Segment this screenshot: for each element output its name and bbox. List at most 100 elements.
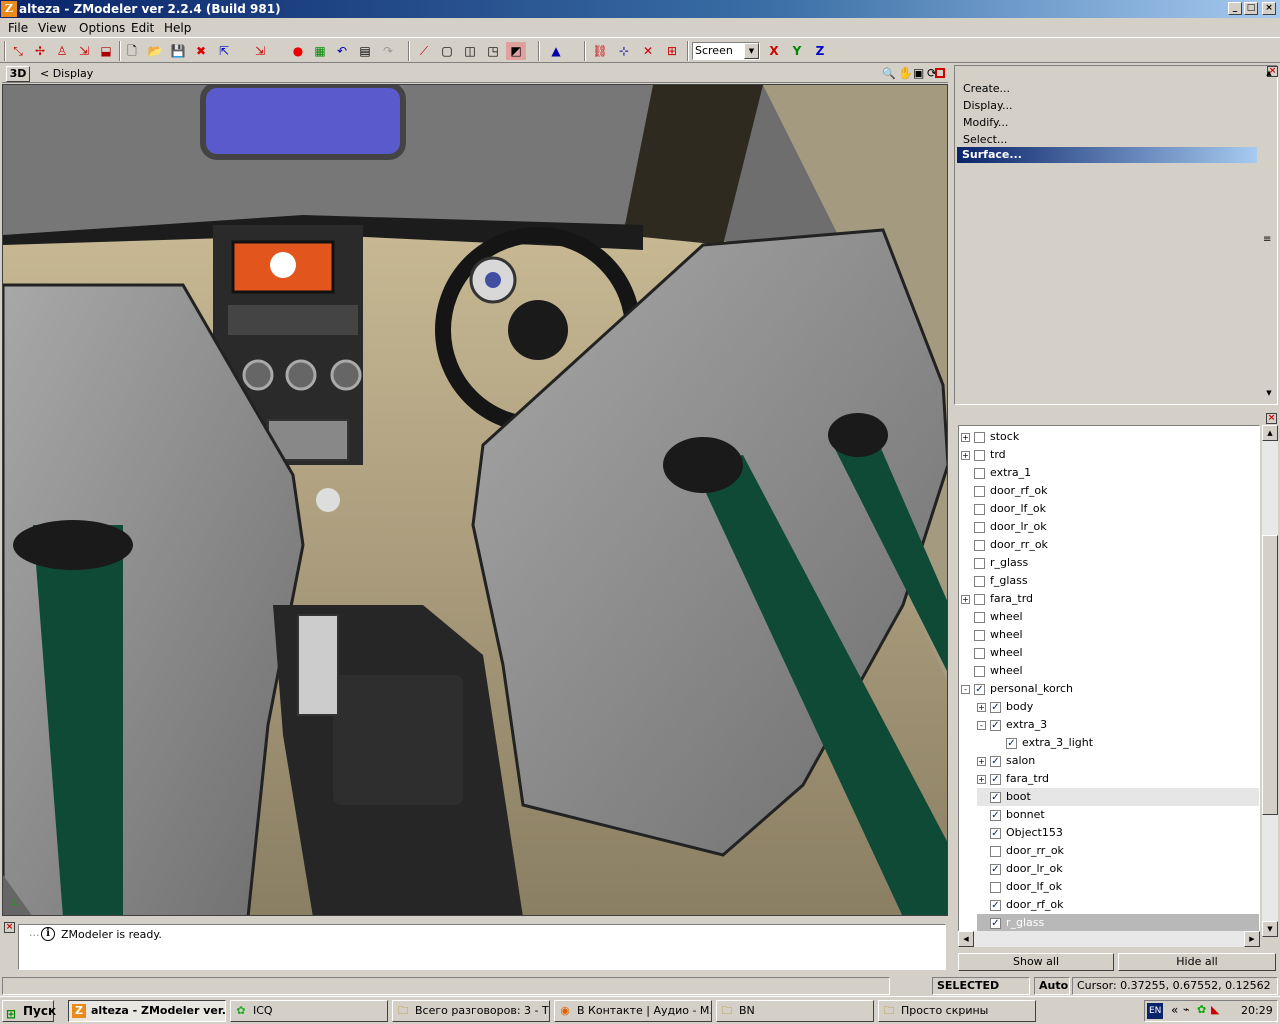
import-icon[interactable]: ⇱ (214, 42, 234, 60)
cmd-modify[interactable]: Modify... (963, 116, 1008, 129)
pan-hand-icon[interactable]: ✋ (898, 66, 913, 80)
show-all-button[interactable]: Show all (958, 953, 1114, 971)
save-icon[interactable]: 💾 (168, 42, 188, 60)
visibility-checkbox[interactable] (974, 539, 985, 551)
expand-icon[interactable]: + (977, 774, 986, 784)
tree-row[interactable]: ✓ door_lr_ok (977, 860, 1259, 878)
link-icon[interactable]: ⛓ (590, 42, 610, 60)
axes-icon[interactable]: ⊹ (614, 42, 634, 60)
cmd-display[interactable]: Display... (963, 99, 1012, 112)
cmd-select[interactable]: Select... (963, 133, 1007, 146)
hide-all-button[interactable]: Hide all (1118, 953, 1276, 971)
menu-help[interactable]: Help (164, 21, 191, 35)
tree-row[interactable]: wheel (961, 626, 1259, 644)
tree-row[interactable]: door_rr_ok (961, 536, 1259, 554)
start-button[interactable]: ⊞ Пуск (2, 1000, 56, 1022)
expand-icon[interactable]: + (961, 594, 970, 604)
tree-row[interactable]: + fara_trd (961, 590, 1259, 608)
tree-row[interactable]: wheel (961, 644, 1259, 662)
axis-y-button[interactable]: Y (787, 42, 807, 60)
close-icon[interactable]: × (4, 922, 15, 933)
tree-row[interactable]: door_lf_ok (977, 878, 1259, 896)
cross-axes-icon[interactable]: ✕ (638, 42, 658, 60)
box-icon[interactable]: ▢ (437, 42, 457, 60)
tree-row[interactable]: door_rr_ok (977, 842, 1259, 860)
visibility-checkbox[interactable]: ✓ (990, 701, 1001, 713)
visibility-checkbox[interactable] (974, 485, 985, 497)
scale-tool-icon[interactable]: ⇲ (74, 42, 94, 60)
visibility-checkbox[interactable]: ✓ (990, 773, 1001, 785)
visibility-checkbox[interactable] (974, 593, 985, 605)
task-browser[interactable]: ◉ В Контакте | Аудио - М... (554, 1000, 712, 1022)
tree-row[interactable]: ✓ boot (977, 788, 1259, 806)
tree-row[interactable]: door_lf_ok (961, 500, 1259, 518)
panel-scroll-down[interactable]: ▼ (1261, 386, 1277, 400)
select-tool-icon[interactable]: ⤡ (8, 42, 28, 60)
close-icon[interactable]: × (1266, 413, 1277, 424)
tray-network-icon[interactable]: ⌁ (1183, 1003, 1190, 1016)
axis-x-button[interactable]: X (764, 42, 784, 60)
cmd-surface-selected[interactable]: Surface... (957, 147, 1257, 163)
expand-icon[interactable]: + (977, 702, 986, 712)
visibility-checkbox[interactable] (974, 629, 985, 641)
cube-solid-icon[interactable]: ◩ (506, 42, 526, 60)
tree-row[interactable]: door_rf_ok (961, 482, 1259, 500)
viewport-breadcrumb[interactable]: < Display (40, 67, 93, 80)
task-screenshots[interactable]: 🗀 Просто скрины (878, 1000, 1036, 1022)
tree-row[interactable]: wheel (961, 608, 1259, 626)
visibility-checkbox[interactable] (974, 611, 985, 623)
tree-row[interactable]: + trd (961, 446, 1259, 464)
move-tool-icon[interactable]: ✢ (30, 42, 50, 60)
transform-tool-icon[interactable]: ⬓ (96, 42, 116, 60)
scroll-up-arrow-icon[interactable]: ▲ (1262, 425, 1278, 441)
tree-row[interactable]: + stock (961, 428, 1259, 446)
tree-row[interactable]: r_glass (961, 554, 1259, 572)
status-auto[interactable]: Auto (1034, 977, 1070, 995)
tree-row[interactable]: ✓ door_rf_ok (977, 896, 1259, 914)
tree-row[interactable]: - ✓ extra_3 (977, 716, 1259, 734)
scroll-left-arrow-icon[interactable]: ◀ (958, 931, 974, 947)
zoom-extents-icon[interactable]: ▣ (913, 66, 924, 80)
zoom-icon[interactable]: 🔍 (882, 67, 896, 80)
panel-scroll-up[interactable]: ▲ (1261, 66, 1277, 80)
export-icon[interactable]: ⇲ (250, 42, 270, 60)
visibility-checkbox[interactable] (974, 647, 985, 659)
visibility-checkbox[interactable]: ✓ (990, 791, 1001, 803)
visibility-checkbox[interactable] (974, 431, 985, 443)
visibility-checkbox[interactable]: ✓ (974, 683, 985, 695)
visibility-checkbox[interactable] (974, 665, 985, 677)
visibility-checkbox[interactable]: ✓ (990, 755, 1001, 767)
scroll-down-arrow-icon[interactable]: ▼ (1262, 921, 1278, 937)
3d-viewport[interactable]: ⊥ (2, 84, 948, 916)
tree-row[interactable]: + ✓ fara_trd (977, 770, 1259, 788)
task-zmodeler[interactable]: Zalteza - ZModeler ver... (68, 1000, 226, 1022)
visibility-checkbox[interactable] (974, 467, 985, 479)
undo-icon[interactable]: ↶ (332, 42, 352, 60)
tree-vertical-scrollbar[interactable]: ▲ ▼ (1262, 425, 1278, 937)
expand-icon[interactable]: + (961, 450, 970, 460)
delete-icon[interactable]: ✖ (191, 42, 211, 60)
new-file-icon[interactable]: 🗋 (122, 42, 142, 60)
tray-antivirus-icon[interactable]: ◣ (1211, 1003, 1219, 1016)
visibility-checkbox[interactable] (974, 575, 985, 587)
task-icq[interactable]: ✿ ICQ (230, 1000, 388, 1022)
expand-icon[interactable]: + (977, 756, 986, 766)
visibility-checkbox[interactable] (974, 449, 985, 461)
tree-row[interactable]: + ✓ salon (977, 752, 1259, 770)
view-select-dropdown[interactable]: Screen ▼ (692, 42, 760, 60)
axis-tool-icon[interactable]: ⟋ (414, 42, 434, 60)
visibility-checkbox[interactable] (974, 503, 985, 515)
menu-edit[interactable]: Edit (131, 21, 154, 35)
maximize-viewport-icon[interactable] (935, 68, 945, 78)
cmd-create[interactable]: Create... (963, 82, 1010, 95)
grid-icon[interactable]: ⊞ (662, 42, 682, 60)
tree-row[interactable]: door_lr_ok (961, 518, 1259, 536)
panel-grip-icon[interactable]: ≡ (1263, 234, 1271, 245)
collapse-icon[interactable]: - (977, 720, 986, 730)
visibility-checkbox[interactable] (990, 881, 1001, 893)
expand-icon[interactable]: + (961, 432, 970, 442)
visibility-checkbox[interactable]: ✓ (990, 719, 1001, 731)
cube-wire-icon[interactable]: ◳ (483, 42, 503, 60)
language-indicator[interactable]: EN (1147, 1003, 1164, 1019)
record-icon[interactable]: ● (288, 42, 308, 60)
